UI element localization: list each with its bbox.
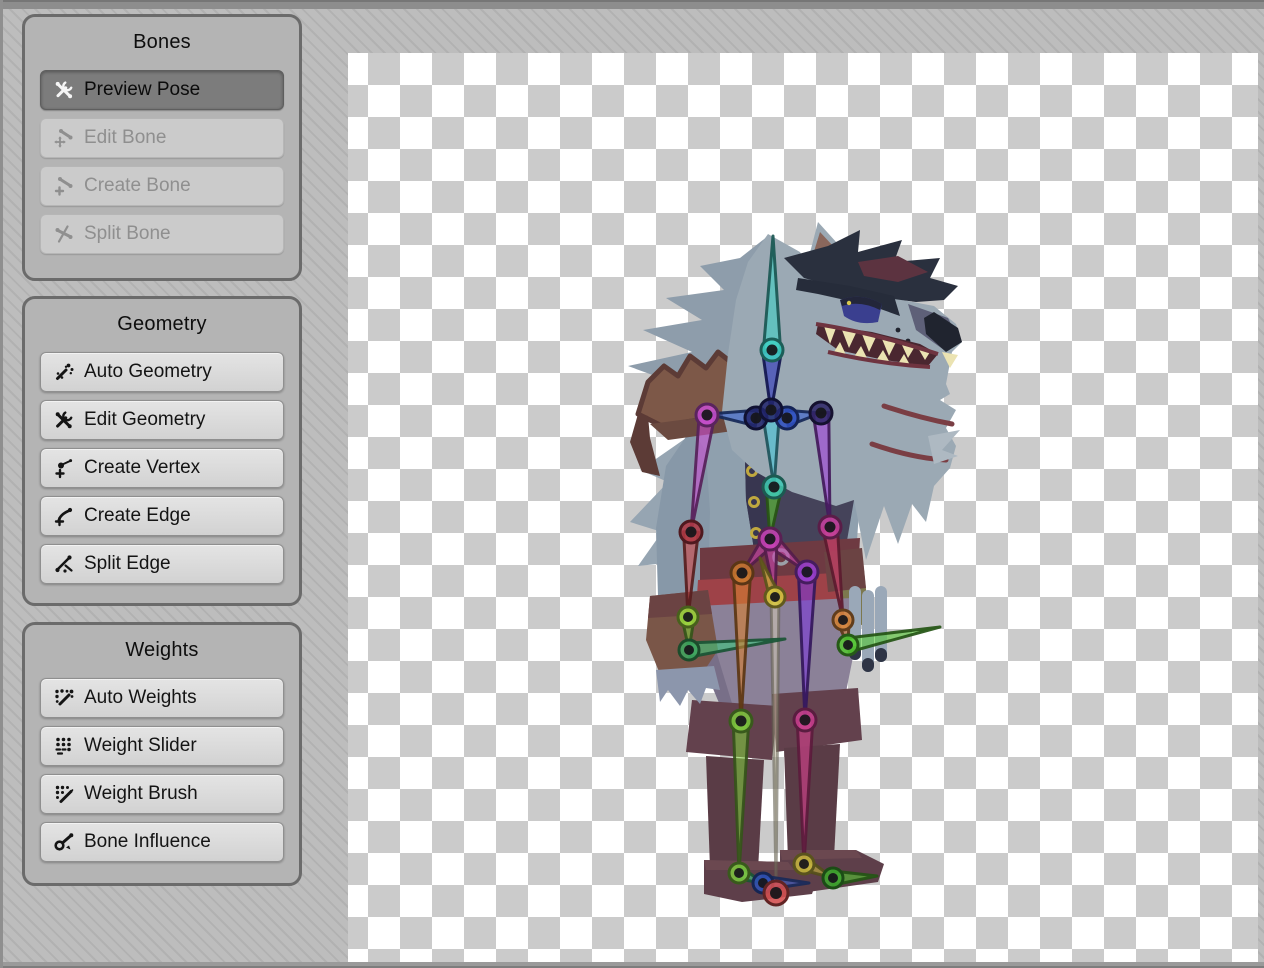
panel-title: Weights — [40, 639, 284, 662]
tool-auto-geometry[interactable]: Auto Geometry — [40, 352, 284, 392]
joint-hip-right[interactable] — [796, 561, 818, 583]
panel-title: Geometry — [40, 313, 284, 336]
joint-hip-left[interactable] — [731, 562, 753, 584]
split-bone-icon — [51, 223, 77, 245]
tool-split-edge[interactable]: Split Edge — [40, 544, 284, 584]
create-bone-icon — [51, 175, 77, 197]
window-edge-top — [0, 0, 1264, 9]
tool-label: Edit Bone — [84, 127, 166, 149]
tool-weight-slider[interactable]: Weight Slider — [40, 726, 284, 766]
tool-label: Weight Slider — [84, 735, 197, 757]
weight-brush-icon — [51, 783, 77, 805]
joint-elbow-right[interactable] — [819, 516, 841, 538]
tool-label: Split Edge — [84, 553, 171, 575]
tool-label: Edit Geometry — [84, 409, 205, 431]
tool-label: Create Vertex — [84, 457, 200, 479]
tool-create-edge[interactable]: Create Edge — [40, 496, 284, 536]
skinning-editor-window: Bones Preview Pose Edit Bone Create Bone… — [0, 0, 1264, 968]
tool-label: Auto Geometry — [84, 361, 212, 383]
tool-label: Create Edge — [84, 505, 191, 527]
create-edge-icon — [51, 505, 77, 527]
joint-belly[interactable] — [763, 476, 785, 498]
weights-panel: Weights Auto Weights Weight Slider Weigh… — [22, 622, 302, 886]
bone-influence-icon — [51, 831, 77, 853]
tool-create-vertex[interactable]: Create Vertex — [40, 448, 284, 488]
preview-pose-icon — [51, 79, 77, 101]
window-edge-left — [0, 0, 3, 968]
joint-pelvis[interactable] — [759, 528, 781, 550]
tool-label: Create Bone — [84, 175, 191, 197]
joint-knee-right[interactable] — [794, 709, 816, 731]
auto-weights-icon — [51, 687, 77, 709]
split-edge-icon — [51, 553, 77, 575]
tool-label: Weight Brush — [84, 783, 198, 805]
joint-wrist-right[interactable] — [833, 610, 853, 630]
joint-shoulder-right[interactable] — [810, 402, 832, 424]
tool-weight-brush[interactable]: Weight Brush — [40, 774, 284, 814]
tool-bone-influence[interactable]: Bone Influence — [40, 822, 284, 862]
tool-label: Bone Influence — [84, 831, 211, 853]
joint-hand-left[interactable] — [679, 640, 699, 660]
tool-label: Split Bone — [84, 223, 171, 245]
tool-auto-weights[interactable]: Auto Weights — [40, 678, 284, 718]
scene-view — [348, 53, 1258, 962]
create-vertex-icon — [51, 457, 77, 479]
auto-geometry-icon — [51, 361, 77, 383]
tool-label: Auto Weights — [84, 687, 197, 709]
joint-ankle-left[interactable] — [729, 863, 749, 883]
tool-edit-geometry[interactable]: Edit Geometry — [40, 400, 284, 440]
joint-wrist-left[interactable] — [678, 607, 698, 627]
joint-foot-right[interactable] — [823, 868, 843, 888]
tool-edit-bone[interactable]: Edit Bone — [40, 118, 284, 158]
tool-split-bone[interactable]: Split Bone — [40, 214, 284, 254]
joint-tail[interactable] — [765, 587, 785, 607]
tool-create-bone[interactable]: Create Bone — [40, 166, 284, 206]
joint-knee-left[interactable] — [730, 710, 752, 732]
joint-shoulder-left[interactable] — [696, 404, 718, 426]
tool-label: Preview Pose — [84, 79, 200, 101]
bones-panel: Bones Preview Pose Edit Bone Create Bone… — [22, 14, 302, 281]
joint-hand-right[interactable] — [838, 635, 858, 655]
joint-elbow-left[interactable] — [680, 521, 702, 543]
geometry-panel: Geometry Auto Geometry Edit Geometry Cre… — [22, 296, 302, 606]
edit-geometry-icon — [51, 409, 77, 431]
joint-neck[interactable] — [761, 339, 783, 361]
edit-bone-icon — [51, 127, 77, 149]
panel-title: Bones — [40, 31, 284, 54]
joint-chest-center[interactable] — [760, 399, 782, 421]
weight-slider-icon — [51, 735, 77, 757]
window-edge-bottom — [0, 962, 1264, 968]
tool-preview-pose[interactable]: Preview Pose — [40, 70, 284, 110]
joint-root[interactable] — [764, 881, 788, 905]
sprite-canvas[interactable] — [348, 53, 1258, 962]
joint-ankle-right[interactable] — [794, 854, 814, 874]
